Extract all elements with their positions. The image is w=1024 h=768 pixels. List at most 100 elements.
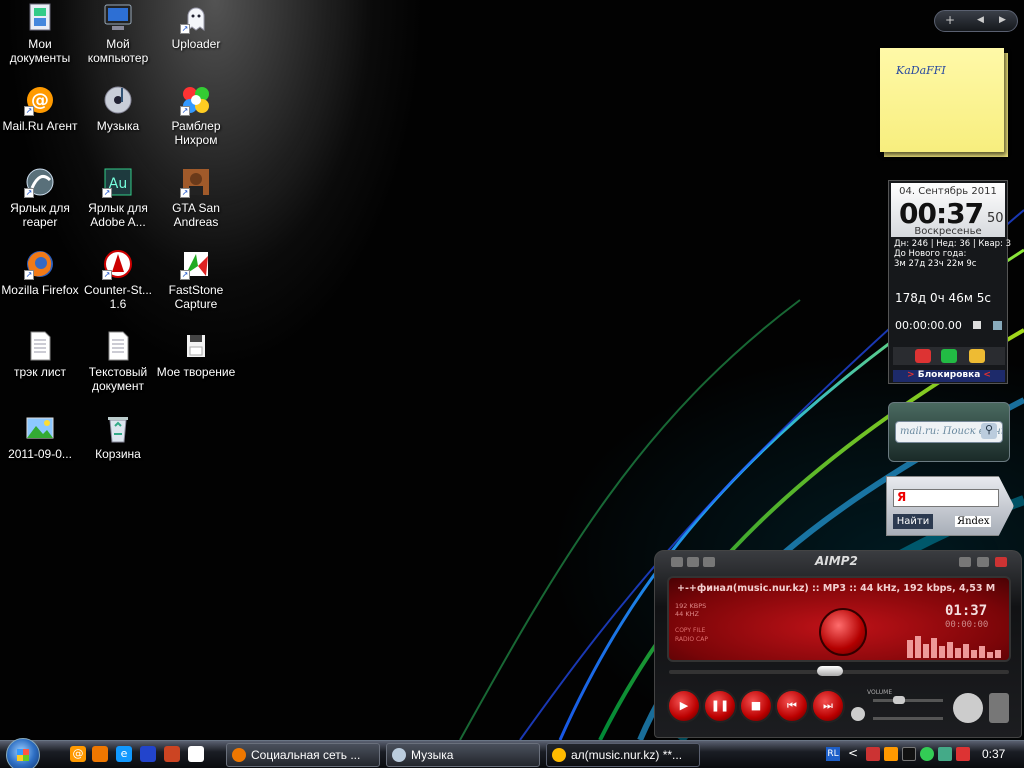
aimp-eq-button[interactable] bbox=[703, 557, 715, 567]
sticky-note-gadget[interactable]: KaDaFFI bbox=[880, 48, 1008, 158]
tray-network-icon[interactable] bbox=[938, 747, 952, 761]
desktop-icon-counter-strike[interactable]: ↗ Counter-St... 1.6 bbox=[78, 248, 158, 311]
taskbar-item-active[interactable]: ал(music.nur.kz) **... bbox=[546, 743, 700, 767]
aimp-seek-bar[interactable] bbox=[669, 666, 1009, 676]
taskbar: @ e Социальная сеть ... Музыка ал(music.… bbox=[0, 738, 1024, 768]
clock-gadget: 04. Сентябрь 2011 00:37 50 Воскресенье Д… bbox=[888, 180, 1011, 384]
lock-button[interactable]: > Блокировка < bbox=[893, 370, 1005, 382]
taskbar-item[interactable]: Музыка bbox=[386, 743, 540, 767]
aimp-tray-button[interactable] bbox=[977, 557, 989, 567]
flash-icon[interactable] bbox=[164, 746, 180, 762]
taskbar-item[interactable]: Социальная сеть ... bbox=[226, 743, 380, 767]
aimp-minimize-button[interactable] bbox=[959, 557, 971, 567]
previous-button[interactable]: ⏮ bbox=[775, 689, 809, 723]
play-button[interactable]: ▶ bbox=[667, 689, 701, 723]
aimp-seek-knob[interactable] bbox=[817, 666, 843, 676]
desktop-icon-label: FastStone Capture bbox=[168, 283, 224, 311]
eject-icon[interactable] bbox=[851, 707, 865, 721]
desktop-icon-label: 2011-09-0... bbox=[8, 447, 72, 461]
tray-monitor-icon[interactable] bbox=[902, 747, 916, 761]
sticky-note-text[interactable]: KaDaFFI bbox=[896, 64, 946, 77]
taskbar-clock[interactable]: 0:37 bbox=[982, 747, 1005, 761]
desktop-icon-my-computer[interactable]: Мой компьютер bbox=[78, 2, 158, 65]
counter-strike-icon: ↗ bbox=[102, 248, 134, 280]
aimp-logo: AIMP2 bbox=[815, 554, 858, 568]
desktop-icon-music[interactable]: Музыка bbox=[78, 84, 158, 133]
yandex-search-input[interactable]: Я bbox=[893, 489, 999, 507]
desktop-icon-my-documents[interactable]: Мои документы bbox=[0, 2, 80, 65]
aimp-settings-button[interactable] bbox=[687, 557, 699, 567]
floppy-icon bbox=[180, 330, 212, 362]
image-file-icon bbox=[24, 412, 56, 444]
desktop-icon-label: трэк лист bbox=[13, 365, 67, 379]
aimp-menu-button[interactable] bbox=[671, 557, 683, 567]
desktop-icon-uploader[interactable]: ↗ Uploader bbox=[156, 2, 236, 51]
settings-icon[interactable] bbox=[941, 349, 957, 363]
aimp-time[interactable]: 01:37 bbox=[945, 603, 987, 619]
desktop-icon-label: Мои документы bbox=[9, 37, 71, 65]
power-icon[interactable] bbox=[915, 349, 931, 363]
media-icon[interactable] bbox=[140, 746, 156, 762]
language-indicator[interactable]: RL bbox=[826, 747, 840, 761]
desktop: Мои документы Мой компьютер ↗ Uploader @… bbox=[0, 0, 1024, 740]
desktop-icon-image-file[interactable]: 2011-09-0... bbox=[0, 412, 80, 461]
desktop-icon-adobe-audition[interactable]: Au ↗ Ярлык для Adobe A... bbox=[78, 166, 158, 229]
view-mode-icon[interactable] bbox=[989, 693, 1009, 723]
tray-mailru-icon[interactable] bbox=[920, 747, 934, 761]
tray-aimp-icon[interactable] bbox=[884, 747, 898, 761]
desktop-icon-reaper[interactable]: ↗ Ярлык для reaper bbox=[0, 166, 80, 229]
desktop-icon-label: Мой компьютер bbox=[87, 37, 149, 65]
music-cd-icon bbox=[392, 748, 406, 762]
previous-page-icon[interactable]: ◀ bbox=[977, 15, 984, 25]
desktop-icon-faststone[interactable]: ↗ FastStone Capture bbox=[156, 248, 236, 311]
stopwatch-play-icon[interactable] bbox=[993, 321, 1002, 330]
tray-faststone-icon[interactable] bbox=[866, 747, 880, 761]
aimp-bitrate: 192 KBPS 44 KHZ bbox=[675, 602, 707, 618]
desktop-icon-label: Музыка bbox=[96, 119, 140, 133]
pause-button[interactable]: ❚❚ bbox=[703, 689, 737, 723]
balance-slider[interactable] bbox=[873, 717, 943, 720]
clock-weekday: Воскресенье bbox=[914, 226, 982, 237]
desktop-icon-label: Ярлык для reaper bbox=[10, 201, 70, 229]
desktop-icon-track-list[interactable]: трэк лист bbox=[0, 330, 80, 379]
desktop-icon-firefox[interactable]: ↗ Mozilla Firefox bbox=[0, 248, 80, 297]
aimp-logo-button[interactable] bbox=[819, 608, 867, 656]
desktop-icon-label: Counter-St... 1.6 bbox=[83, 283, 153, 311]
firefox-icon[interactable] bbox=[92, 746, 108, 762]
desktop-icon-recycle-bin[interactable]: Корзина bbox=[78, 412, 158, 461]
start-button[interactable] bbox=[6, 738, 40, 768]
aimp-player: AIMP2 +-+финал(music.nur.kz) :: MP3 :: 4… bbox=[654, 550, 1022, 738]
volume-knob[interactable] bbox=[893, 696, 905, 704]
playlist-toggle-icon[interactable] bbox=[953, 693, 983, 723]
desktop-icon-label: Uploader bbox=[171, 37, 221, 51]
tray-shield-icon[interactable] bbox=[956, 747, 970, 761]
clock-countdown: 178д 0ч 46м 5с bbox=[895, 291, 991, 305]
aimp-close-button[interactable] bbox=[995, 557, 1007, 567]
faststone-icon[interactable] bbox=[188, 746, 204, 762]
desktop-icon-gta[interactable]: ↗ GTA San Andreas bbox=[156, 166, 236, 229]
aimp-options: COPY FILE RADIO CAP bbox=[675, 627, 708, 643]
stopwatch-stop-icon[interactable] bbox=[973, 321, 981, 329]
stop-button[interactable]: ■ bbox=[739, 689, 773, 723]
desktop-icon-mailru-agent[interactable]: @ ↗ Mail.Ru Агент bbox=[0, 84, 80, 133]
clock-stopwatch: 00:00:00.00 bbox=[895, 319, 962, 332]
system-tray: RL < 0:37 bbox=[822, 741, 1024, 768]
aimp-icon bbox=[552, 748, 566, 762]
volume-slider[interactable] bbox=[873, 696, 943, 704]
desktop-icon-text-document[interactable]: Текстовый документ bbox=[78, 330, 158, 393]
search-icon[interactable]: ⚲ bbox=[981, 423, 997, 439]
add-gadget-icon[interactable]: + bbox=[945, 13, 955, 27]
mailru-agent-icon[interactable]: @ bbox=[70, 746, 86, 762]
desktop-icon-rambler[interactable]: ↗ Рамблер Нихром bbox=[156, 84, 236, 147]
yandex-find-button[interactable]: Найти bbox=[893, 514, 933, 529]
volume-label: VOLUME bbox=[867, 689, 893, 696]
next-page-icon[interactable]: ▶ bbox=[999, 15, 1006, 25]
ie-icon[interactable]: e bbox=[116, 746, 132, 762]
desktop-icon-label: Ярлык для Adobe A... bbox=[88, 201, 148, 229]
tray-expand-icon[interactable]: < bbox=[848, 746, 858, 760]
faststone-icon: ↗ bbox=[180, 248, 212, 280]
next-button[interactable]: ⏭ bbox=[811, 689, 845, 723]
desktop-icon-label: Mozilla Firefox bbox=[1, 283, 79, 297]
desktop-icon-my-creation[interactable]: Мое творение bbox=[156, 330, 236, 379]
key-icon[interactable] bbox=[969, 349, 985, 363]
